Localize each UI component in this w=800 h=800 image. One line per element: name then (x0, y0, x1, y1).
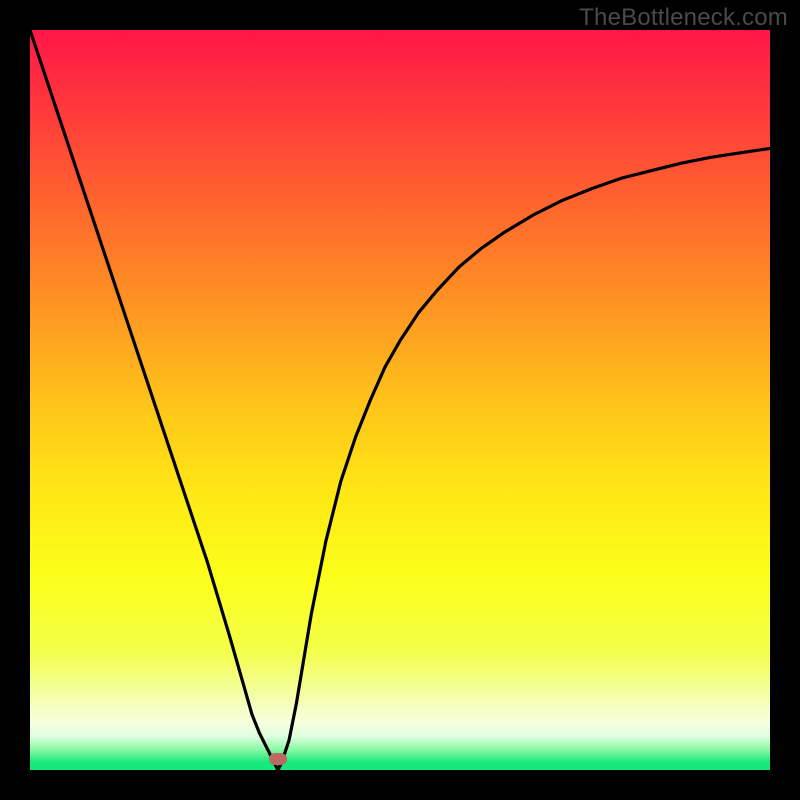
watermark-label: TheBottleneck.com (579, 4, 788, 32)
curve-plot (30, 30, 770, 770)
chart-frame: TheBottleneck.com (0, 0, 800, 800)
plot-area (30, 30, 770, 770)
curve-path (30, 30, 770, 770)
minimum-marker (269, 753, 287, 765)
